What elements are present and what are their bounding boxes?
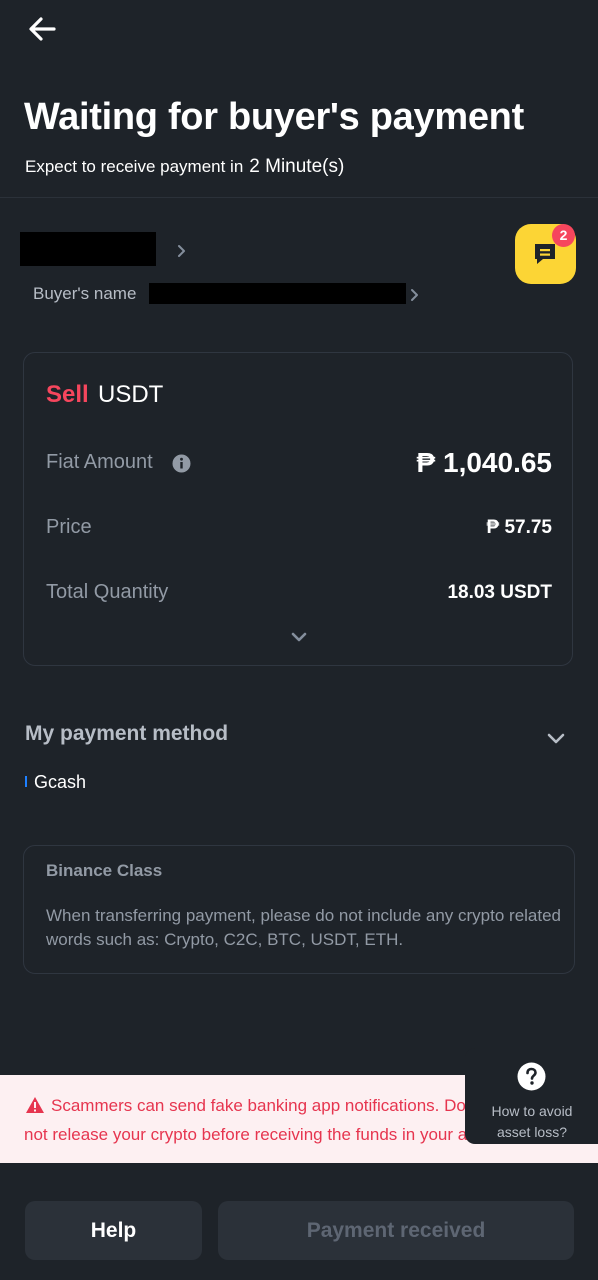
warning-triangle-icon <box>26 1097 44 1113</box>
price-label: Price <box>46 516 92 538</box>
back-button[interactable] <box>26 12 60 46</box>
arrow-left-icon <box>29 17 56 41</box>
fiat-amount-label: Fiat Amount <box>46 451 153 473</box>
countdown-time: 2 Minute(s) <box>249 156 345 177</box>
warning-text-line1: Scammers can send fake banking app notif… <box>51 1096 466 1115</box>
fiat-amount-value: ₱ 1,040.65 <box>416 447 552 478</box>
binance-class-title: Binance Class <box>46 861 163 880</box>
payment-received-button[interactable]: Payment received <box>218 1201 574 1260</box>
payment-method-name: Gcash <box>34 772 87 792</box>
binance-class-text: When transferring payment, please do not… <box>46 906 562 949</box>
countdown-prefix: Expect to receive payment in <box>25 157 244 176</box>
order-asset: USDT <box>98 381 164 408</box>
payment-method-title: My payment method <box>25 722 229 745</box>
question-circle-icon <box>517 1062 546 1091</box>
total-quantity-value: 18.03 USDT <box>447 582 552 603</box>
chevron-down-icon[interactable] <box>288 628 310 646</box>
order-side: Sell <box>46 381 89 408</box>
payment-method-indicator <box>25 776 27 787</box>
info-icon[interactable] <box>172 454 191 473</box>
page-title: Waiting for buyer's payment <box>24 96 524 138</box>
redacted-buyer-name[interactable] <box>149 283 406 304</box>
buyer-name-label: Buyer's name <box>33 284 137 303</box>
payment-countdown: Expect to receive payment in 2 Minute(s) <box>25 156 344 178</box>
unread-badge: 2 <box>552 224 575 247</box>
chevron-down-icon[interactable] <box>545 727 567 749</box>
chat-bubble-icon <box>535 244 555 264</box>
avoid-asset-loss-label: How to avoid asset loss? <box>491 1103 573 1140</box>
help-button[interactable]: Help <box>25 1201 202 1260</box>
header-divider <box>0 197 598 198</box>
chevron-right-icon[interactable] <box>173 240 191 262</box>
price-value: ₱ 57.75 <box>486 517 553 538</box>
warning-text-line2: not release your crypto before receiving… <box>24 1125 523 1144</box>
redacted-buyer-nickname[interactable] <box>20 232 156 266</box>
chevron-right-icon[interactable] <box>406 284 424 306</box>
total-quantity-label: Total Quantity <box>46 581 169 603</box>
